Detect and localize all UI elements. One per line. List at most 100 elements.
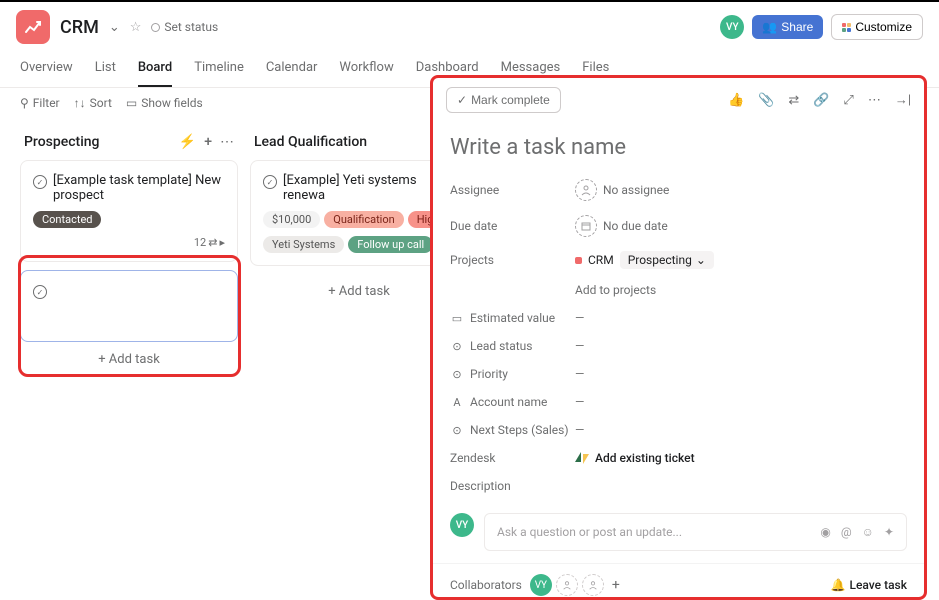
filter-icon: ⚲ xyxy=(20,96,29,110)
due-date-value[interactable]: No due date xyxy=(575,215,668,237)
collaborator-avatar[interactable]: VY xyxy=(530,574,552,596)
mark-complete-label: Mark complete xyxy=(471,93,550,107)
text-icon: A xyxy=(450,396,464,409)
zendesk-value[interactable]: Add existing ticket xyxy=(575,451,695,465)
more-icon[interactable]: ⋯ xyxy=(868,93,881,108)
estimated-value[interactable]: — xyxy=(575,311,584,325)
person-placeholder-icon xyxy=(575,179,597,201)
tag-pill: Follow up call xyxy=(348,236,433,253)
account-name-value[interactable]: — xyxy=(575,395,584,409)
grid-icon xyxy=(842,23,851,32)
priority-icon: ⊙ xyxy=(450,368,464,381)
comment-avatar: VY xyxy=(450,513,474,537)
attachment-icon[interactable]: 📎 xyxy=(758,93,774,108)
add-collaborator-button[interactable]: + xyxy=(612,577,620,593)
close-panel-icon[interactable]: →| xyxy=(895,92,911,108)
fields-icon: ▭ xyxy=(126,96,137,110)
steps-icon: ⊙ xyxy=(450,424,464,437)
leave-task-button[interactable]: 🔔 Leave task xyxy=(831,578,907,592)
column-title: Lead Qualification xyxy=(254,134,367,150)
customize-label: Customize xyxy=(855,20,912,34)
project-section-text: Prospecting xyxy=(628,253,692,267)
expand-icon[interactable]: ⤢ xyxy=(843,93,853,108)
filter-button[interactable]: ⚲ Filter xyxy=(20,96,60,110)
tab-timeline[interactable]: Timeline xyxy=(194,52,244,87)
tag-pill: Yeti Systems xyxy=(263,236,344,253)
task-detail-panel: ✓ Mark complete 👍 📎 ⇄ 🔗 ⤢ ⋯ →| Write a t… xyxy=(430,75,927,600)
new-task-card[interactable] xyxy=(20,270,238,342)
add-collaborator-slot[interactable] xyxy=(556,574,578,596)
leave-task-label: Leave task xyxy=(850,578,907,592)
link-icon[interactable]: 🔗 xyxy=(813,93,829,108)
assignee-label: Assignee xyxy=(450,183,575,197)
subtask-icon[interactable]: ⇄ xyxy=(788,93,799,108)
set-status-label: Set status xyxy=(164,20,218,34)
status-icon: ⊙ xyxy=(450,340,464,353)
column-title: Prospecting xyxy=(24,134,100,150)
tab-calendar[interactable]: Calendar xyxy=(266,52,318,87)
sort-button[interactable]: ↑↓ Sort xyxy=(74,96,112,110)
customize-button[interactable]: Customize xyxy=(831,14,923,40)
comment-placeholder: Ask a question or post an update... xyxy=(497,525,682,539)
mention-icon[interactable]: @ xyxy=(841,525,852,539)
check-icon: ✓ xyxy=(457,93,467,107)
card-subtask-count: 12 ⇄▸ xyxy=(33,236,225,249)
tab-list[interactable]: List xyxy=(95,52,116,87)
like-icon[interactable]: 👍 xyxy=(728,93,744,108)
column-prospecting: Prospecting ⚡ + ⋯ [Example task template] Ne… xyxy=(20,128,238,377)
lead-status-label: ⊙Lead status xyxy=(450,339,575,353)
record-icon[interactable]: ◉ xyxy=(820,525,830,539)
sort-icon: ↑↓ xyxy=(74,96,86,110)
set-status-button[interactable]: Set status xyxy=(151,20,218,34)
star-action-icon[interactable]: ✦ xyxy=(884,525,894,539)
zendesk-link-text: Add existing ticket xyxy=(595,451,695,465)
complete-check-icon[interactable] xyxy=(263,175,277,189)
complete-check-icon[interactable] xyxy=(33,285,47,299)
assignee-text: No assignee xyxy=(603,183,669,197)
mark-complete-button[interactable]: ✓ Mark complete xyxy=(446,87,561,113)
lead-status-value[interactable]: — xyxy=(575,339,584,353)
show-fields-label: Show fields xyxy=(141,96,202,110)
bolt-icon[interactable]: ⚡ xyxy=(179,134,196,150)
chevron-down-icon: ⌄ xyxy=(696,253,706,267)
next-steps-value[interactable]: — xyxy=(575,423,584,437)
project-section-chip[interactable]: Prospecting ⌄ xyxy=(620,251,714,269)
priority-label: ⊙Priority xyxy=(450,367,575,381)
comment-input[interactable]: Ask a question or post an update... ◉ @ … xyxy=(484,513,907,551)
tab-board[interactable]: Board xyxy=(138,52,172,87)
tab-overview[interactable]: Overview xyxy=(20,52,73,87)
task-card[interactable]: [Example task template] New prospectCont… xyxy=(20,160,238,262)
subtask-icon: ⇄ xyxy=(208,236,217,249)
user-avatar[interactable]: VY xyxy=(720,15,744,39)
calendar-placeholder-icon xyxy=(575,215,597,237)
money-icon: ▭ xyxy=(450,312,464,325)
card-title-text: [Example task template] New prospect xyxy=(53,173,225,203)
column-more-icon[interactable]: ⋯ xyxy=(220,134,234,150)
description-label: Description xyxy=(450,472,907,500)
project-color-dot xyxy=(575,257,582,264)
zendesk-label: Zendesk xyxy=(450,451,575,465)
zendesk-icon xyxy=(575,452,589,464)
show-fields-button[interactable]: ▭ Show fields xyxy=(126,96,203,110)
add-collaborator-slot[interactable] xyxy=(582,574,604,596)
filter-label: Filter xyxy=(33,96,60,110)
star-icon[interactable]: ☆ xyxy=(130,20,142,35)
emoji-icon[interactable]: ☺ xyxy=(862,525,874,539)
add-to-projects-link[interactable]: Add to projects xyxy=(575,283,656,297)
complete-check-icon[interactable] xyxy=(33,175,47,189)
collaborators-label: Collaborators xyxy=(450,578,522,592)
projects-value[interactable]: CRM Prospecting⌄ xyxy=(575,251,714,269)
add-card-icon[interactable]: + xyxy=(204,134,212,150)
account-name-label: AAccount name xyxy=(450,395,575,409)
sort-label: Sort xyxy=(90,96,112,110)
priority-value[interactable]: — xyxy=(575,367,584,381)
tab-workflow[interactable]: Workflow xyxy=(339,52,393,87)
task-name-input[interactable]: Write a task name xyxy=(450,131,907,172)
assignee-value[interactable]: No assignee xyxy=(575,179,669,201)
app-icon[interactable] xyxy=(16,10,50,44)
share-button[interactable]: 👥 Share xyxy=(752,15,823,39)
due-date-label: Due date xyxy=(450,219,575,233)
projects-label: Projects xyxy=(450,253,575,267)
add-task-button[interactable]: + Add task xyxy=(20,342,238,377)
chevron-down-icon[interactable]: ⌄ xyxy=(109,20,120,35)
